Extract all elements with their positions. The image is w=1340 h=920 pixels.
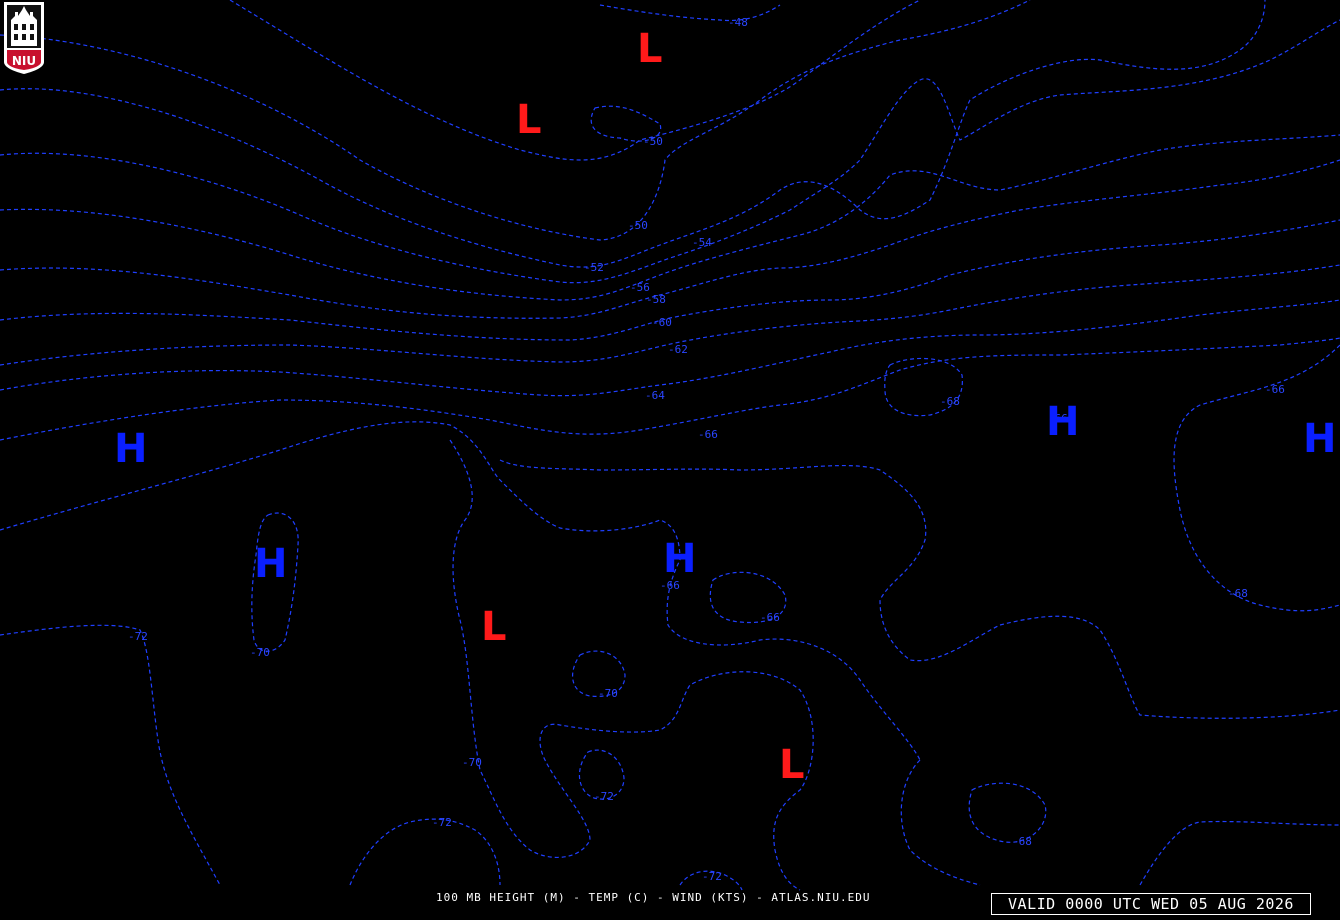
- contour-label: -72: [594, 790, 614, 803]
- contour-label: -58: [646, 293, 666, 306]
- contour-label: -50: [643, 135, 663, 148]
- isotherm-minus68-se: [968, 782, 1047, 843]
- contour-label: -70: [598, 687, 618, 700]
- footer-caption: 100 MB HEIGHT (M) - TEMP (C) - WIND (KTS…: [436, 891, 871, 904]
- contour-label: -66: [760, 611, 780, 624]
- isotherm-minus56: [0, 134, 1340, 301]
- weather-map: -48 -50 -50 -52 -54 -56 -58 -60 -62 -64 …: [0, 0, 1340, 891]
- high-pressure-marker: H: [1303, 416, 1336, 462]
- low-pressure-marker: L: [779, 742, 805, 788]
- isotherm-lines: [0, 0, 1340, 891]
- isotherm-minus48: [599, 4, 781, 22]
- high-pressure-marker: H: [663, 536, 696, 582]
- isotherm-minus50: [0, 0, 1031, 241]
- contour-label: -70: [462, 756, 482, 769]
- contour-label: -68: [1012, 835, 1032, 848]
- isotherm-minus68-south-central: [499, 459, 1340, 719]
- isotherm-minus58: [0, 159, 1340, 319]
- isotherm-minus68-east: [1173, 344, 1340, 612]
- high-pressure-marker: H: [114, 426, 147, 472]
- contour-label: -66: [1265, 383, 1285, 396]
- isotherm-minus70-se: [1139, 820, 1340, 886]
- logo-text: NIU: [12, 54, 36, 68]
- contour-label: -64: [645, 389, 665, 402]
- isotherm-minus68-central: [0, 421, 921, 761]
- isotherm-minus72-west: [0, 624, 221, 886]
- contour-label: -48: [728, 16, 748, 29]
- low-pressure-marker: L: [481, 604, 507, 650]
- contour-label: -72: [432, 816, 452, 829]
- contour-label: -68: [940, 395, 960, 408]
- high-pressure-marker: H: [254, 541, 287, 587]
- contour-label: -72: [128, 630, 148, 643]
- contour-label: -54: [692, 236, 712, 249]
- pressure-markers: H H H H H L L L L: [114, 26, 1336, 788]
- isotherm-minus50-north: [229, 0, 921, 161]
- contour-label: -66: [698, 428, 718, 441]
- contour-label: -60: [652, 316, 672, 329]
- contour-label: -50: [628, 219, 648, 232]
- low-pressure-marker: L: [516, 97, 542, 143]
- isotherm-minus70-east: [900, 759, 981, 886]
- low-pressure-marker: L: [637, 26, 663, 72]
- isotherm-minus70: [449, 439, 814, 891]
- contour-label: -52: [584, 261, 604, 274]
- contour-labels: -48 -50 -50 -52 -54 -56 -58 -60 -62 -64 …: [128, 16, 1285, 883]
- isotherm-minus54: [0, 19, 1340, 284]
- valid-time-box: VALID 0000 UTC WED 05 AUG 2026: [991, 893, 1311, 915]
- contour-label: -62: [668, 343, 688, 356]
- isotherm-minus72-south: [349, 818, 501, 886]
- high-pressure-marker: H: [1046, 399, 1079, 445]
- contour-label: -70: [250, 646, 270, 659]
- contour-label: -68: [1228, 587, 1248, 600]
- niu-logo: NIU: [2, 2, 46, 74]
- contour-label: -72: [702, 870, 722, 883]
